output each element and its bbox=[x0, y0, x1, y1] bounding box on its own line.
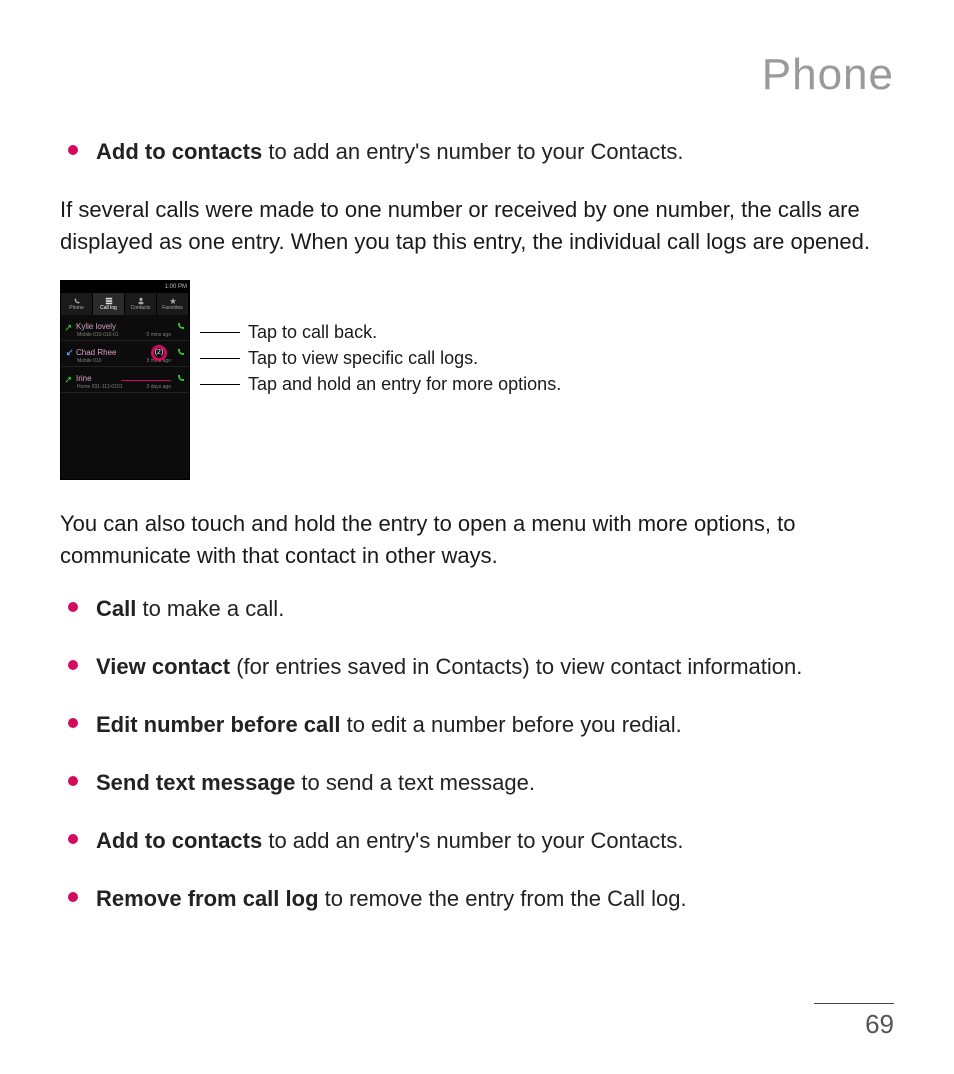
phone-icon bbox=[72, 297, 82, 305]
paragraph-1: If several calls were made to one number… bbox=[60, 194, 894, 258]
tab-label: Call log bbox=[100, 305, 117, 311]
contact-sub: Mobile 010-010-01 bbox=[77, 332, 119, 338]
tab-favorites: Favorites bbox=[157, 293, 189, 315]
callout-2: Tap to view specific call logs. bbox=[200, 346, 561, 372]
bullet-rest: to make a call. bbox=[136, 596, 284, 621]
bullet-rest: to edit a number before you redial. bbox=[341, 712, 682, 737]
paragraph-2: You can also touch and hold the entry to… bbox=[60, 508, 894, 572]
callout-text: Tap to view specific call logs. bbox=[248, 348, 478, 369]
tab-call-log: Call log bbox=[93, 293, 125, 315]
bullet-send-text: Send text message to send a text message… bbox=[68, 767, 894, 799]
callout-line bbox=[200, 332, 240, 333]
callout-line-inline bbox=[121, 380, 171, 381]
callouts: Tap to call back. Tap to view specific c… bbox=[190, 280, 561, 398]
call-icon bbox=[176, 321, 186, 331]
bullet-rest: to add an entry's number to your Contact… bbox=[262, 139, 683, 164]
tab-label: Phone bbox=[69, 305, 83, 311]
page-number-rule bbox=[814, 1003, 894, 1004]
call-log-row: Chad Rhee Mobile 010 3 mins ago (2) bbox=[61, 341, 189, 367]
callout-text: Tap to call back. bbox=[248, 322, 377, 343]
bullet-strong: Remove from call log bbox=[96, 886, 319, 911]
bullet-edit-number: Edit number before call to edit a number… bbox=[68, 709, 894, 741]
bullet-strong: Send text message bbox=[96, 770, 295, 795]
bullet-rest: (for entries saved in Contacts) to view … bbox=[230, 654, 802, 679]
bullet-strong: Call bbox=[96, 596, 136, 621]
callout-line bbox=[200, 384, 240, 385]
tab-contacts: Contacts bbox=[125, 293, 157, 315]
bullet-rest: to send a text message. bbox=[295, 770, 535, 795]
tab-label: Favorites bbox=[162, 305, 183, 311]
call-icon bbox=[176, 347, 186, 357]
outgoing-icon bbox=[65, 323, 73, 331]
screenshot-mock: 1:00 PM Phone Call log Contacts Favorit bbox=[60, 280, 190, 480]
call-time: 3 days ago bbox=[147, 384, 171, 390]
page-title: Phone bbox=[60, 50, 894, 100]
page-number: 69 bbox=[865, 1009, 894, 1040]
callout-1: Tap to call back. bbox=[200, 320, 561, 346]
call-log-row: Kylie lovely Mobile 010-010-01 0 mins ag… bbox=[61, 315, 189, 341]
contacts-icon bbox=[136, 297, 146, 305]
bullet-strong: Add to contacts bbox=[96, 828, 262, 853]
call-time: 0 mins ago bbox=[147, 332, 171, 338]
figure-row: 1:00 PM Phone Call log Contacts Favorit bbox=[60, 280, 894, 480]
contact-name: Kylie lovely bbox=[76, 323, 116, 331]
callout-line bbox=[200, 358, 240, 359]
bullet-strong: Edit number before call bbox=[96, 712, 341, 737]
call-icon bbox=[176, 373, 186, 383]
contact-name: Chad Rhee bbox=[76, 349, 116, 357]
bullet-rest: to remove the entry from the Call log. bbox=[319, 886, 687, 911]
bullet-add-to-contacts: Add to contacts to add an entry's number… bbox=[68, 825, 894, 857]
status-time: 1:00 PM bbox=[165, 284, 187, 290]
contact-sub: Mobile 010 bbox=[77, 358, 101, 364]
bullet-add-to-contacts-top: Add to contacts to add an entry's number… bbox=[68, 136, 894, 168]
list-icon bbox=[104, 297, 114, 305]
callout-text: Tap and hold an entry for more options. bbox=[248, 374, 561, 395]
status-bar: 1:00 PM bbox=[61, 281, 189, 293]
bullet-strong: Add to contacts bbox=[96, 139, 262, 164]
incoming-icon bbox=[65, 349, 73, 357]
bullet-call: Call to make a call. bbox=[68, 593, 894, 625]
bullet-strong: View contact bbox=[96, 654, 230, 679]
star-icon bbox=[168, 297, 178, 305]
bullet-rest: to add an entry's number to your Contact… bbox=[262, 828, 683, 853]
contact-name: Irine bbox=[76, 375, 92, 383]
bullet-remove-from-log: Remove from call log to remove the entry… bbox=[68, 883, 894, 915]
outgoing-icon bbox=[65, 375, 73, 383]
bullet-view-contact: View contact (for entries saved in Conta… bbox=[68, 651, 894, 683]
tab-phone: Phone bbox=[61, 293, 93, 315]
tab-label: Contacts bbox=[131, 305, 151, 311]
call-count-badge: (2) bbox=[153, 347, 165, 359]
call-log-row: Irine Home 031-113-0101 3 days ago bbox=[61, 367, 189, 393]
callout-3: Tap and hold an entry for more options. bbox=[200, 372, 561, 398]
contact-sub: Home 031-113-0101 bbox=[77, 384, 123, 390]
tabs: Phone Call log Contacts Favorites bbox=[61, 293, 189, 315]
